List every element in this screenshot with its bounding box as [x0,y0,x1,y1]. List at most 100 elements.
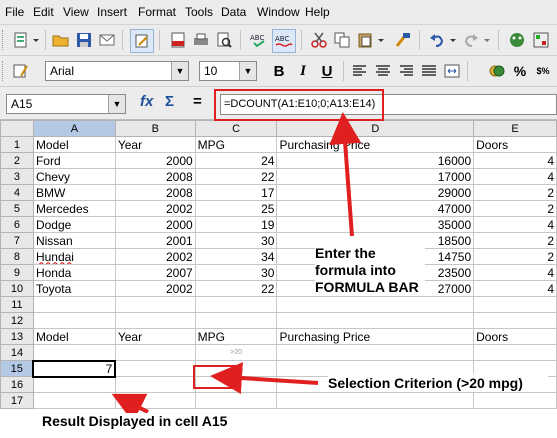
cell-a9[interactable]: Honda [32,264,116,281]
cell-c12[interactable] [194,312,278,329]
cell-e7[interactable]: 2 [473,232,557,249]
paste-icon[interactable] [354,29,376,51]
row-header[interactable]: 9 [0,264,34,281]
cell-e3[interactable]: 4 [473,168,557,185]
cell-e12[interactable] [473,312,557,329]
align-right-icon[interactable] [395,60,417,82]
spellcheck-icon[interactable]: ABC [248,29,270,51]
row-header[interactable]: 14 [0,344,34,361]
cell-e4[interactable]: 2 [473,184,557,201]
cell-c10[interactable]: 22 [194,280,278,297]
column-header-d[interactable]: D [276,120,475,137]
bold-icon[interactable]: B [268,60,290,82]
cell-a16[interactable] [32,376,116,393]
cell-a1[interactable]: Model [32,136,116,153]
export-pdf-icon[interactable] [167,29,189,51]
row-header[interactable]: 1 [0,136,34,153]
corner-cell[interactable] [0,120,34,137]
font-name-select[interactable]: Arial ▼ [45,61,189,81]
cell-b12[interactable] [114,312,196,329]
cell-c8[interactable]: 34 [194,248,278,265]
cell-e9[interactable]: 4 [473,264,557,281]
cell-c3[interactable]: 22 [194,168,278,185]
column-header-b[interactable]: B [114,120,196,137]
cell-b5[interactable]: 2002 [114,200,196,217]
menu-file[interactable]: File [5,5,24,19]
column-header-a[interactable]: A [32,120,116,137]
toolbar-grip[interactable] [2,61,6,81]
row-header[interactable]: 5 [0,200,34,217]
cell-d4[interactable]: 29000 [276,184,475,201]
new-document-icon[interactable] [10,29,32,51]
styles-formatting-icon[interactable] [10,60,32,82]
new-dropdown-icon[interactable] [31,29,41,51]
paste-dropdown-icon[interactable] [376,29,386,51]
cell-d5[interactable]: 47000 [276,200,475,217]
cell-b15[interactable] [114,360,196,377]
cell-e1[interactable]: Doors [473,136,557,153]
percent-icon[interactable]: % [509,60,531,82]
undo-dropdown-icon[interactable] [448,29,458,51]
row-header[interactable]: 2 [0,152,34,169]
cell-d3[interactable]: 17000 [276,168,475,185]
cell-b10[interactable]: 2002 [114,280,196,297]
edit-file-icon[interactable] [130,29,154,53]
cell-a6[interactable]: Dodge [32,216,116,233]
cell-d1[interactable]: Purchasing Price [276,136,475,153]
cell-b9[interactable]: 2007 [114,264,196,281]
function-equals-icon[interactable]: = [193,93,202,110]
cell-a8[interactable]: Hundai [32,248,116,265]
print-icon[interactable] [190,29,212,51]
cell-c4[interactable]: 17 [194,184,278,201]
cell-a10[interactable]: Toyota [32,280,116,297]
cell-b6[interactable]: 2000 [114,216,196,233]
currency-icon[interactable] [486,60,508,82]
row-header[interactable]: 15 [0,360,34,377]
row-header[interactable]: 8 [0,248,34,265]
cell-a7[interactable]: Nissan [32,232,116,249]
cell-d13[interactable]: Purchasing Price [276,328,475,345]
cell-b8[interactable]: 2002 [114,248,196,265]
cell-d11[interactable] [276,296,475,313]
align-left-icon[interactable] [349,60,371,82]
cell-a5[interactable]: Mercedes [32,200,116,217]
cell-b11[interactable] [114,296,196,313]
align-center-icon[interactable] [372,60,394,82]
undo-icon[interactable] [426,29,448,51]
chevron-down-icon[interactable]: ▼ [171,62,188,80]
menu-edit[interactable]: Edit [33,5,54,19]
cell-c5[interactable]: 25 [194,200,278,217]
cell-b14[interactable] [114,344,196,361]
cell-e10[interactable]: 4 [473,280,557,297]
menu-help[interactable]: Help [305,5,330,19]
font-size-select[interactable]: 10 ▼ [199,61,257,81]
cell-a13[interactable]: Model [32,328,116,345]
cell-b17[interactable] [114,392,196,409]
save-icon[interactable] [73,29,95,51]
navigator-icon[interactable] [506,29,528,51]
cell-c14[interactable]: >20 [194,344,278,361]
autospellcheck-icon[interactable]: ABC [272,29,296,53]
chevron-down-icon[interactable]: ▼ [108,95,125,113]
row-header[interactable]: 3 [0,168,34,185]
row-header[interactable]: 12 [0,312,34,329]
cell-e6[interactable]: 4 [473,216,557,233]
row-header[interactable]: 11 [0,296,34,313]
menu-window[interactable]: Window [257,5,300,19]
cell-a4[interactable]: BMW [32,184,116,201]
cell-b7[interactable]: 2001 [114,232,196,249]
sum-icon[interactable]: Σ [165,93,174,110]
cell-c17[interactable] [194,392,278,409]
cell-a12[interactable] [32,312,116,329]
cell-e8[interactable]: 2 [473,248,557,265]
row-header[interactable]: 10 [0,280,34,297]
column-header-c[interactable]: C [194,120,278,137]
justify-icon[interactable] [418,60,440,82]
cell-c13[interactable]: MPG [194,328,278,345]
email-icon[interactable] [96,29,118,51]
clone-formatting-icon[interactable] [392,29,414,51]
menu-tools[interactable]: Tools [185,5,213,19]
cell-e17[interactable] [473,392,557,409]
row-header[interactable]: 6 [0,216,34,233]
cell-a3[interactable]: Chevy [32,168,116,185]
